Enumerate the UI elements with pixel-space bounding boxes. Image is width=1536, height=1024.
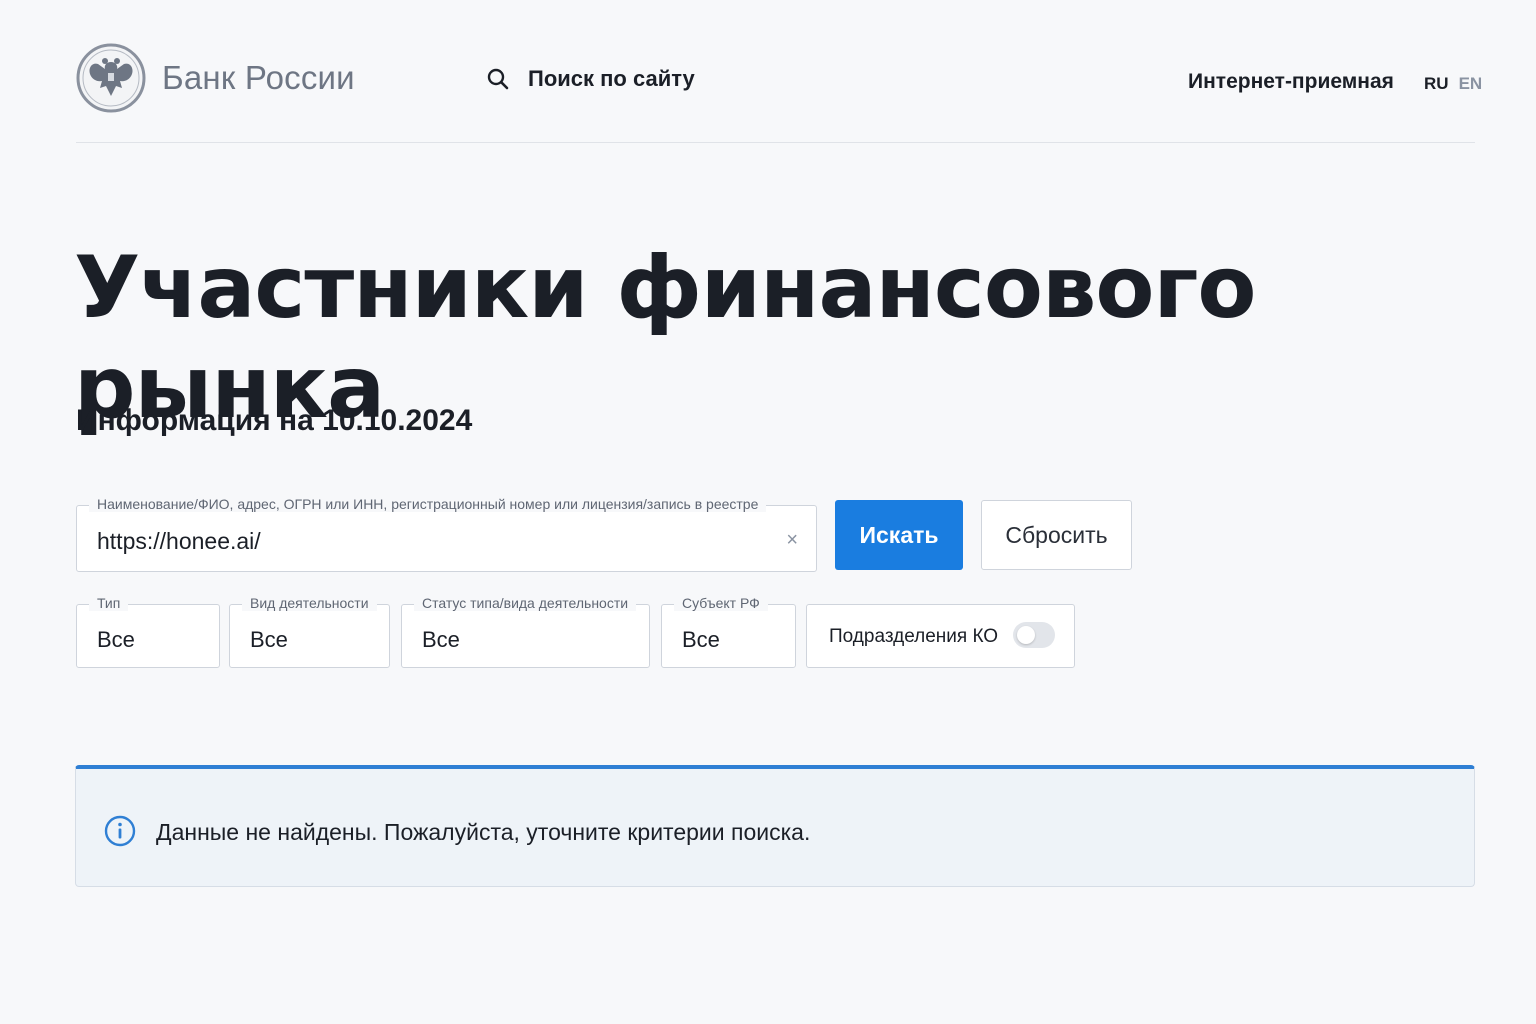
branches-toggle-label: Подразделения КО [829, 626, 999, 647]
language-switcher: RU EN [1424, 74, 1482, 94]
info-date: Информация на 10.10.2024 [76, 404, 473, 437]
info-icon [104, 815, 136, 847]
filter-region-value: Все [682, 627, 720, 652]
no-results-notice: Данные не найдены. Пожалуйста, уточните … [75, 765, 1475, 887]
search-input[interactable] [97, 528, 757, 555]
search-button[interactable]: Искать [835, 500, 963, 570]
notice-text: Данные не найдены. Пожалуйста, уточните … [156, 819, 811, 845]
toggle-knob [1017, 626, 1035, 644]
search-field-label: Наименование/ФИО, адрес, ОГРН или ИНН, р… [89, 496, 767, 512]
branches-toggle[interactable] [1013, 622, 1055, 648]
filter-region-label: Субъект РФ [674, 595, 768, 611]
header-divider [76, 142, 1475, 143]
lang-en[interactable]: EN [1459, 74, 1483, 94]
filter-type-value: Все [97, 627, 135, 652]
logo-text: Банк России [162, 59, 355, 96]
search-icon [487, 68, 509, 90]
lang-ru[interactable]: RU [1424, 74, 1449, 94]
filter-activity[interactable]: Вид деятельности Все [229, 595, 390, 668]
filter-status-value: Все [422, 627, 460, 652]
filter-region[interactable]: Субъект РФ Все [661, 595, 796, 668]
filter-status-label: Статус типа/вида деятельности [414, 595, 637, 611]
reset-button[interactable]: Сбросить [981, 500, 1132, 570]
branches-toggle-field: Подразделения КО [806, 604, 1075, 668]
site-header: Банк России Поиск по сайту Интернет-прие… [76, 38, 1482, 128]
page: Банк России Поиск по сайту Интернет-прие… [0, 0, 1536, 1024]
eagle-emblem-icon [76, 43, 146, 113]
filter-activity-label: Вид деятельности [242, 595, 377, 611]
site-search-link[interactable]: Поиск по сайту [486, 66, 695, 92]
internet-reception-link[interactable]: Интернет-приемная [1188, 70, 1394, 94]
filter-activity-value: Все [250, 627, 288, 652]
site-search-label: Поиск по сайту [528, 66, 695, 91]
filter-status[interactable]: Статус типа/вида деятельности Все [401, 595, 650, 668]
filter-type-label: Тип [89, 595, 129, 611]
logo-link[interactable]: Банк России [76, 40, 355, 116]
search-field: Наименование/ФИО, адрес, ОГРН или ИНН, р… [76, 496, 817, 572]
clear-icon[interactable]: × [786, 528, 798, 552]
filter-type[interactable]: Тип Все [76, 595, 220, 668]
